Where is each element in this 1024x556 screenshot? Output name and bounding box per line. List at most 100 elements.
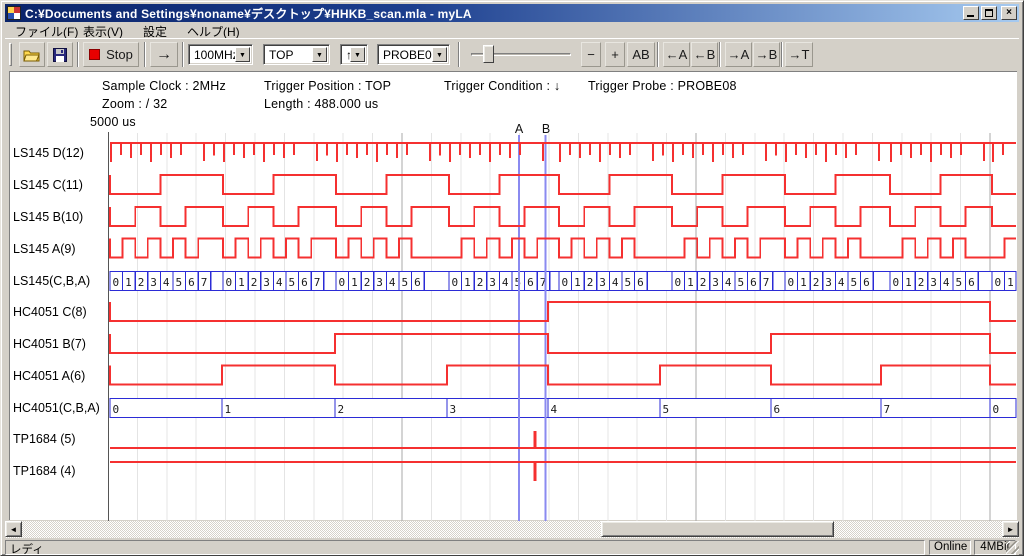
chevron-down-icon[interactable]: ▼ <box>432 47 447 62</box>
sample-clock-combo[interactable]: 100MHz▼ <box>188 44 253 65</box>
hc4051-bus-value: 6 <box>774 403 781 416</box>
goto-trigger-button[interactable]: →T <box>785 42 813 67</box>
ls145-bus-value: 6 <box>750 276 757 289</box>
hc4051-bus-cell <box>771 399 881 418</box>
menu-item-3[interactable]: 設定 <box>139 22 171 38</box>
minimize-button[interactable] <box>963 6 979 20</box>
ls145-bus-value: 3 <box>376 276 383 289</box>
ls145-bus-value: 0 <box>452 276 459 289</box>
resize-grip[interactable] <box>1006 541 1019 554</box>
toolbar-separator <box>77 42 79 67</box>
ls145-bus-value: 4 <box>276 276 283 289</box>
ls145-bus-value: 2 <box>251 276 258 289</box>
ls145-bus-value: 1 <box>800 276 807 289</box>
ls145-bus-value: 5 <box>851 276 858 289</box>
trigger-position-combo[interactable]: TOP▼ <box>263 44 330 65</box>
chevron-down-icon[interactable]: ▼ <box>312 47 327 62</box>
app-window: C:¥Documents and Settings¥noname¥デスクトップ¥… <box>0 0 1024 556</box>
ls145-bus-value: 1 <box>574 276 581 289</box>
hc4051-bus-cell <box>660 399 771 418</box>
ls145-bus-value: 5 <box>625 276 632 289</box>
scrollbar-thumb[interactable] <box>601 521 834 537</box>
hc4051-bus-value: 5 <box>663 403 670 416</box>
save-file-button[interactable] <box>47 42 73 67</box>
ab-button[interactable]: AB <box>627 42 655 67</box>
hc4051-bus-value: 4 <box>551 403 558 416</box>
stop-icon <box>89 49 100 60</box>
close-icon: × <box>1006 7 1012 18</box>
menu-item-1[interactable]: ファイル(F) <box>11 22 82 38</box>
zoom-slider-thumb[interactable] <box>483 45 494 63</box>
menu-bar: ファイル(F)表示(V) 設定ヘルプ(H) <box>5 22 1019 38</box>
waveform-ls145-b-10 <box>110 207 1016 226</box>
ls145-bus-cell <box>978 272 992 291</box>
toolbar-separator <box>719 42 721 67</box>
ls145-bus-value: 1 <box>125 276 132 289</box>
trigger-probe-combo[interactable]: PROBE00▼ <box>377 44 450 65</box>
ls145-bus-value: 0 <box>788 276 795 289</box>
toolbar-grip[interactable] <box>9 43 12 66</box>
ls145-bus-value: 0 <box>562 276 569 289</box>
floppy-disk-icon <box>53 48 67 62</box>
chevron-down-icon[interactable]: ▼ <box>235 47 250 62</box>
title-bar[interactable]: C:¥Documents and Settings¥noname¥デスクトップ¥… <box>5 4 1019 22</box>
ls145-bus-value: 1 <box>1007 276 1014 289</box>
chevron-down-icon[interactable]: ▼ <box>350 47 365 62</box>
hc4051-bus-cell <box>548 399 660 418</box>
ls145-bus-value: 6 <box>637 276 644 289</box>
scroll-right-button[interactable]: ► <box>1002 521 1019 537</box>
ls145-bus-value: 0 <box>226 276 233 289</box>
waveform-panel: Sample Clock : 2MHz Trigger Position : T… <box>9 71 1017 520</box>
ls145-bus-value: 1 <box>464 276 471 289</box>
ls145-bus-value: 0 <box>339 276 346 289</box>
ls145-bus-value: 6 <box>968 276 975 289</box>
zoom-out-button[interactable]: − <box>581 42 601 67</box>
ls145-bus-value: 6 <box>188 276 195 289</box>
waveform-ls145-c-11 <box>110 175 1016 194</box>
goto-b-left-button[interactable]: ←B <box>691 42 718 67</box>
ls145-bus-value: 3 <box>150 276 157 289</box>
ls145-bus-value: 2 <box>477 276 484 289</box>
maximize-button[interactable] <box>981 6 997 20</box>
app-icon <box>7 6 21 20</box>
ls145-bus-value: 3 <box>712 276 719 289</box>
zoom-in-button[interactable]: + <box>605 42 625 67</box>
hc4051-bus-value: 0 <box>113 403 120 416</box>
close-button[interactable]: × <box>1001 6 1017 20</box>
waveform-canvas[interactable]: 0123456701234567012345601234567012345601… <box>10 72 1018 521</box>
scroll-left-button[interactable]: ◄ <box>5 521 22 537</box>
status-online-badge: Online <box>929 540 971 555</box>
menu-item-4[interactable]: ヘルプ(H) <box>183 22 244 38</box>
ls145-bus-value: 6 <box>863 276 870 289</box>
trigger-edge-combo[interactable]: ↑▼ <box>340 44 368 65</box>
run-button[interactable]: → <box>150 42 178 67</box>
ls145-bus-value: 4 <box>163 276 170 289</box>
hc4051-bus-cell <box>447 399 548 418</box>
run-arrow-icon: → <box>156 46 172 64</box>
hc4051-bus-value: 3 <box>450 403 457 416</box>
ls145-bus-value: 4 <box>943 276 950 289</box>
goto-b-right-button[interactable]: →B <box>753 42 780 67</box>
waveform-hc4051-a-6 <box>110 366 1016 385</box>
horizontal-scrollbar[interactable]: ◄ ► <box>5 521 1019 538</box>
ls145-bus-cell <box>550 272 559 291</box>
goto-a-right-button[interactable]: →A <box>725 42 752 67</box>
toolbar: Stop → 100MHz▼ TOP▼ ↑▼ PROBE00▼ −+AB ←A←B →A→B… <box>5 38 1019 69</box>
toolbar-separator <box>781 42 783 67</box>
ls145-bus-value: 6 <box>414 276 421 289</box>
hc4051-bus-value: 2 <box>338 403 345 416</box>
toolbar-separator <box>657 42 659 67</box>
menu-item-2[interactable]: 表示(V) <box>79 22 127 38</box>
maximize-icon <box>985 9 993 17</box>
stop-label: Stop <box>106 47 133 62</box>
ls145-bus-value: 3 <box>599 276 606 289</box>
stop-button[interactable]: Stop <box>83 42 139 67</box>
ls145-bus-cell <box>773 272 785 291</box>
ls145-bus-cell <box>211 272 223 291</box>
open-folder-icon <box>23 48 41 62</box>
ls145-bus-value: 0 <box>995 276 1002 289</box>
goto-a-left-button[interactable]: ←A <box>663 42 690 67</box>
open-file-button[interactable] <box>19 42 45 67</box>
scroll-right-icon: ► <box>1007 525 1015 534</box>
waveform-hc4051-b-7 <box>110 334 1016 353</box>
